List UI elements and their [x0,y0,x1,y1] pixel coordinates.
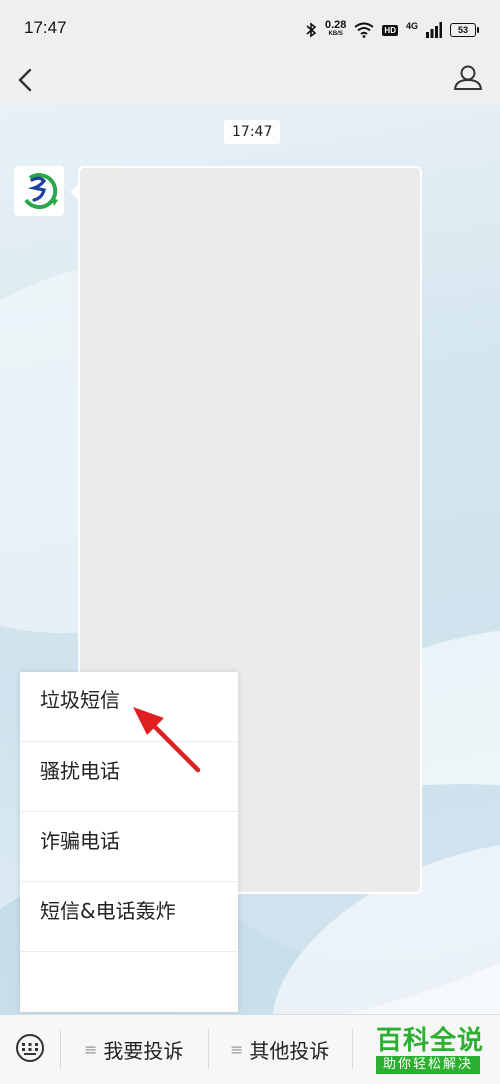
tab-other-complaint[interactable]: ≡ 其他投诉 [230,1015,329,1083]
menu-lines-icon: ≡ [230,1039,244,1059]
menu-item-fraud-call[interactable]: 诈骗电话 [20,812,238,882]
profile-button[interactable] [450,62,486,98]
keyboard-toggle-button[interactable] [12,1033,48,1063]
keyboard-icon [16,1034,44,1062]
network-type: 4G [405,21,418,31]
wifi-icon [354,22,375,38]
net-speed-value: 0.28 [325,19,347,31]
bluetooth-icon [306,22,317,38]
avatar[interactable] [14,166,64,216]
watermark-logo: 百科全说 助你轻松解决 [368,1020,488,1080]
status-bar: 17:47 0.28 KB/S HD 4G 53 [0,0,500,60]
hd-badge: HD [382,24,398,36]
watermark-subtitle: 助你轻松解决 [376,1056,480,1074]
battery-icon: 53 [450,23,479,37]
watermark-title: 百科全说 [376,1026,485,1056]
back-arrow-icon [18,68,32,92]
menu-item-harassment-call[interactable]: 骚扰电话 [20,742,238,812]
status-time: 17:47 [24,18,67,37]
message-timestamp: 17:47 [224,120,281,144]
menu-item-sms-call-bombing[interactable]: 短信&电话轰炸 [20,882,238,952]
net-speed: 0.28 KB/S [325,19,347,39]
signal-icon [426,22,442,38]
menu-lines-icon: ≡ [84,1039,98,1059]
tab-my-complaint-label: 我要投诉 [103,1038,184,1063]
tab-other-complaint-label: 其他投诉 [249,1038,330,1063]
status-icons: 0.28 KB/S HD 4G 53 [305,14,479,46]
avatar-logo-icon [24,173,58,210]
tab-my-complaint[interactable]: ≡ 我要投诉 [84,1015,183,1083]
net-speed-unit: KB/S [328,31,343,37]
person-icon [454,65,482,90]
menu-item-spam-sms[interactable]: 垃圾短信 [20,672,238,742]
nav-bar [0,60,500,104]
complaint-popup-menu: 垃圾短信 骚扰电话 诈骗电话 短信&电话轰炸 [20,672,238,1012]
back-button[interactable] [10,64,46,100]
